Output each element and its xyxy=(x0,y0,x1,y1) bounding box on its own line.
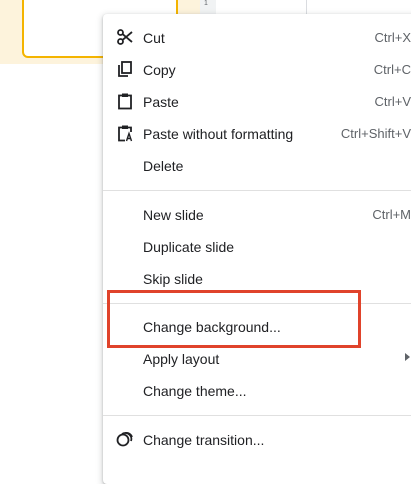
menu-item-delete[interactable]: Delete xyxy=(103,151,411,181)
menu-item-apply-layout[interactable]: Apply layout xyxy=(103,344,411,374)
menu-item-label: Copy xyxy=(143,62,176,78)
shortcut-text: Ctrl+V xyxy=(374,94,411,109)
menu-item-label: Duplicate slide xyxy=(143,239,235,255)
menu-item-new-slide[interactable]: New slide Ctrl+M xyxy=(103,200,411,230)
menu-item-label: Cut xyxy=(143,30,165,46)
menu-item-copy[interactable]: Copy Ctrl+C xyxy=(103,55,411,85)
menu-item-label: New slide xyxy=(143,207,204,223)
menu-separator xyxy=(103,415,411,416)
copy-icon xyxy=(116,60,134,78)
menu-item-label: Paste xyxy=(143,94,179,110)
menu-item-label: Change transition... xyxy=(143,432,265,448)
ruler-number: 1 xyxy=(204,0,208,7)
scissors-icon xyxy=(116,28,134,46)
menu-item-paste-without-formatting[interactable]: Paste without formatting Ctrl+Shift+V xyxy=(103,119,411,149)
menu-item-label: Paste without formatting xyxy=(143,126,294,142)
menu-item-change-transition[interactable]: Change transition... xyxy=(103,425,411,455)
paste-plain-icon xyxy=(116,124,134,142)
submenu-arrow-icon xyxy=(405,353,410,361)
transition-icon xyxy=(116,430,134,448)
menu-separator xyxy=(103,190,411,191)
menu-item-duplicate-slide[interactable]: Duplicate slide xyxy=(103,232,411,262)
menu-item-change-theme[interactable]: Change theme... xyxy=(103,376,411,406)
shortcut-text: Ctrl+X xyxy=(374,30,411,45)
shortcut-text: Ctrl+Shift+V xyxy=(340,126,411,141)
menu-item-label: Delete xyxy=(143,158,184,174)
context-menu: Cut Ctrl+X Copy Ctrl+C Paste Ctrl+V Past… xyxy=(103,14,411,484)
menu-item-label: Apply layout xyxy=(143,351,220,367)
menu-item-label: Change theme... xyxy=(143,383,247,399)
highlight-box xyxy=(107,290,361,348)
menu-item-label: Skip slide xyxy=(143,271,203,287)
menu-item-cut[interactable]: Cut Ctrl+X xyxy=(103,23,411,53)
shortcut-text: Ctrl+C xyxy=(373,62,411,77)
menu-item-paste[interactable]: Paste Ctrl+V xyxy=(103,87,411,117)
shortcut-text: Ctrl+M xyxy=(372,207,411,222)
clipboard-icon xyxy=(116,92,134,110)
